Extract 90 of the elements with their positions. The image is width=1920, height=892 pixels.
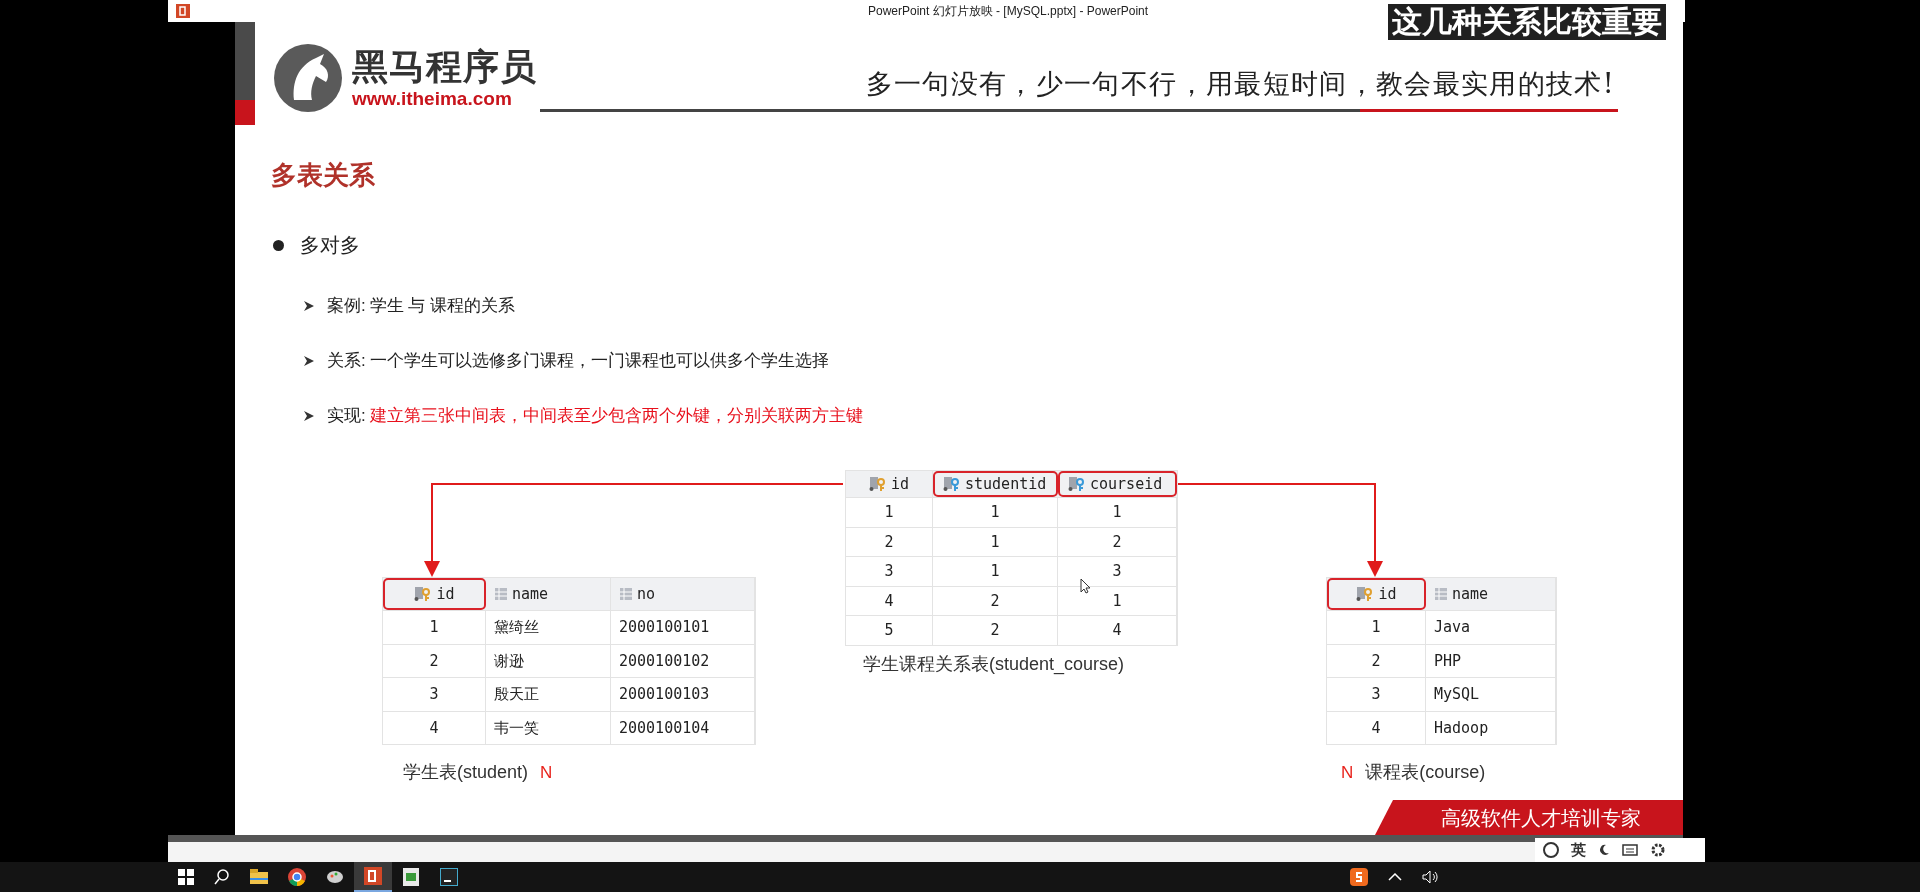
table-cell: 1	[933, 557, 1058, 586]
table-cell: 2	[1058, 527, 1177, 556]
table-cell: 3	[1327, 678, 1426, 711]
table-cell: 4	[846, 586, 933, 615]
banner-text: 高级软件人才培训专家	[1441, 804, 1641, 832]
column-icon	[1434, 587, 1448, 601]
table-cell: 2	[933, 616, 1058, 645]
sub-item-text: 建立第三张中间表，中间表至少包含两个外键，分别关联两方主键	[369, 405, 863, 427]
code-editor-icon[interactable]	[440, 868, 458, 886]
key-column-icon	[868, 476, 887, 492]
table-cell: 4	[1327, 711, 1426, 744]
table-cell: 1	[1058, 498, 1177, 527]
column-icon	[494, 587, 508, 601]
column-label: studentid	[965, 473, 1047, 495]
arrow-bullet-icon	[303, 354, 315, 367]
column-icon	[619, 587, 633, 601]
horse-logo-icon	[272, 42, 344, 114]
column-label: id	[436, 583, 455, 605]
taskbar-app[interactable]	[354, 862, 392, 892]
bullet-text: 多对多	[300, 233, 360, 258]
table-cell: PHP	[1426, 644, 1556, 677]
key-column-icon	[414, 586, 433, 602]
table-cell: MySQL	[1426, 678, 1556, 711]
table-cell: 2000100101	[611, 611, 755, 644]
folder-icon[interactable]	[250, 869, 268, 885]
table-cell: 1	[383, 611, 486, 644]
browser-icon[interactable]	[288, 868, 306, 886]
arrow-bullet-icon	[303, 299, 315, 312]
table-cell: 殷天正	[486, 678, 611, 711]
logo-name: 黑马程序员	[352, 48, 537, 85]
slogan: 多一句没有，少一句不行，用最短时间，教会最实用的技术!	[865, 67, 1615, 101]
table-cell: 黛绮丝	[486, 611, 611, 644]
table-cell: 4	[383, 711, 486, 744]
presentation-icon[interactable]	[364, 867, 382, 885]
key-column-icon	[943, 476, 961, 492]
logo-url: www.itheima.com	[352, 88, 513, 108]
sub-item-text: 一个学生可以选修多门课程，一门课程也可以供多个学生选择	[369, 350, 829, 372]
table-cell: 2	[1327, 644, 1426, 677]
table-cell: 2	[383, 644, 486, 677]
ime-mode-button[interactable]: 英	[1571, 838, 1586, 862]
mouse-cursor-icon	[1080, 578, 1091, 594]
table-cell: 2000100103	[611, 678, 755, 711]
key-column-icon	[1356, 586, 1375, 602]
presentation-icon	[176, 4, 190, 18]
input-method-icon[interactable]	[1350, 868, 1368, 886]
table-cell: 2	[933, 586, 1058, 615]
sub-item-label: 案例:	[327, 295, 366, 317]
chevron-up-icon[interactable]	[1388, 873, 1402, 881]
column-label: courseid	[1090, 473, 1163, 495]
column-label: name	[1452, 583, 1489, 605]
keyboard-icon[interactable]	[1622, 844, 1638, 856]
table-cell: 1	[1327, 611, 1426, 644]
table-cell: 2000100102	[611, 644, 755, 677]
table-cell: 1	[846, 498, 933, 527]
windows-start-icon[interactable]	[178, 869, 194, 885]
table-cell: 1	[933, 527, 1058, 556]
palette-icon[interactable]	[326, 869, 344, 885]
sub-item-label: 关系:	[327, 350, 366, 372]
window-title: PowerPoint 幻灯片放映 - [MySQL.pptx] - PowerPoint	[868, 3, 1149, 20]
column-label: id	[890, 473, 910, 495]
moon-icon[interactable]	[1598, 844, 1610, 856]
table-cell: 2000100104	[611, 711, 755, 744]
column-label: id	[1378, 583, 1397, 605]
table-cell: Java	[1426, 611, 1556, 644]
multiplicity-label: N	[540, 761, 553, 784]
table-cell: 5	[846, 616, 933, 645]
table-caption: 学生课程关系表(student_course)	[863, 653, 1125, 677]
ime-logo-icon[interactable]	[1543, 842, 1559, 858]
table-caption: 学生表(student)	[403, 761, 529, 784]
key-column-icon	[1068, 476, 1086, 492]
table-cell: 2	[846, 527, 933, 556]
video-subtitle: 这几种关系比较重要	[1388, 4, 1666, 40]
speaker-icon[interactable]	[1422, 870, 1440, 884]
sub-item-text: 学生 与 课程的关系	[369, 295, 516, 317]
table-caption: 课程表(course)	[1365, 761, 1486, 784]
search-icon[interactable]	[214, 869, 230, 885]
slide-heading: 多表关系	[271, 159, 375, 192]
table-cell: 4	[1058, 616, 1177, 645]
table-cell: 1	[933, 498, 1058, 527]
table-cell: 韦一笑	[486, 711, 611, 744]
settings-icon[interactable]	[1650, 842, 1666, 858]
column-label: name	[512, 583, 549, 605]
sub-item-label: 实现:	[327, 405, 366, 427]
multiplicity-label: N	[1341, 761, 1354, 784]
column-label: no	[637, 583, 656, 605]
arrow-bullet-icon	[303, 409, 315, 422]
table-cell: 谢逊	[486, 644, 611, 677]
table-cell: 3	[383, 678, 486, 711]
table-cell: 3	[846, 557, 933, 586]
table-cell: Hadoop	[1426, 711, 1556, 744]
